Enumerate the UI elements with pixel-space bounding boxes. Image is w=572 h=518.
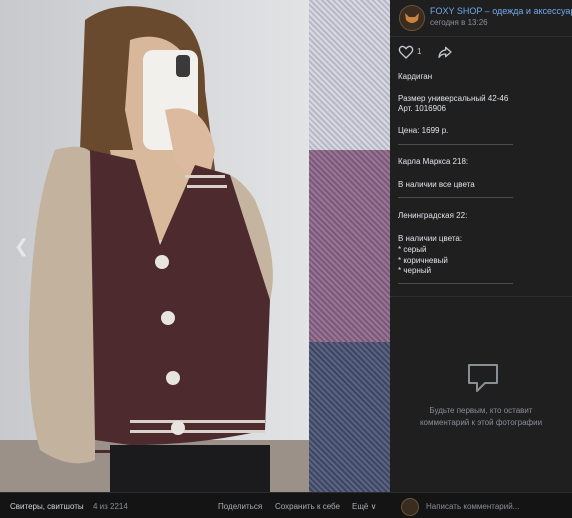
- post-header: FOXY SHOP – одежда и аксессуары сегодня …: [390, 0, 572, 36]
- color-item: * коричневый: [398, 256, 448, 265]
- album-link[interactable]: Свитеры, свитшоты: [10, 502, 84, 511]
- post-actions: 1: [390, 40, 572, 64]
- swatch-grey: [309, 0, 390, 150]
- share-icon[interactable]: [437, 44, 453, 60]
- group-avatar[interactable]: [399, 5, 425, 31]
- user-avatar: [401, 498, 419, 516]
- divider-line: [398, 283, 513, 284]
- prev-photo-icon[interactable]: ❮: [14, 236, 29, 257]
- color-item: * серый: [398, 245, 427, 254]
- product-article: Арт. 1016906: [398, 104, 446, 113]
- post-sidebar: FOXY SHOP – одежда и аксессуары сегодня …: [390, 0, 572, 492]
- swatch-pink: [309, 150, 390, 342]
- cardigan-photo: [0, 0, 309, 492]
- store2-address: Ленинградская 22:: [398, 211, 468, 220]
- divider-line: [398, 197, 513, 198]
- color-item: * черный: [398, 266, 432, 275]
- product-size: Размер универсальный 42-46: [398, 94, 509, 103]
- like-count: 1: [417, 47, 422, 56]
- save-button[interactable]: Сохранить к себе: [275, 502, 340, 511]
- product-price: Цена: 1699 р.: [398, 126, 449, 135]
- store1-address: Карла Маркса 218:: [398, 157, 469, 166]
- fox-logo-icon: [400, 6, 424, 30]
- photo-bottom-bar: Свитеры, свитшоты 4 из 2214 Поделиться С…: [0, 492, 572, 518]
- group-name-link[interactable]: FOXY SHOP – одежда и аксессуары: [430, 6, 572, 16]
- divider: [390, 296, 572, 297]
- divider-line: [398, 144, 513, 145]
- heart-icon[interactable]: [398, 44, 414, 60]
- divider: [390, 36, 572, 37]
- empty-comments-line2: комментарий к этой фотографии: [419, 418, 543, 427]
- post-date[interactable]: сегодня в 13:26: [430, 18, 488, 27]
- swatch-blue: [309, 342, 390, 492]
- store1-stock: В наличии все цвета: [398, 180, 475, 189]
- more-button[interactable]: Ещё ∨: [352, 502, 376, 511]
- comment-input[interactable]: Написать комментарий...: [426, 502, 519, 511]
- product-title: Кардиган: [398, 72, 433, 81]
- color-swatches-photo: [309, 0, 390, 492]
- product-photo[interactable]: ❮: [0, 0, 309, 492]
- comments-empty-icon: [468, 364, 498, 392]
- photo-counter: 4 из 2214: [93, 502, 128, 511]
- store2-stock-label: В наличии цвета:: [398, 234, 463, 243]
- empty-comments-line1: Будьте первым, кто оставит: [429, 406, 533, 415]
- photo-viewer[interactable]: ❮: [0, 0, 390, 492]
- share-button[interactable]: Поделиться: [218, 502, 262, 511]
